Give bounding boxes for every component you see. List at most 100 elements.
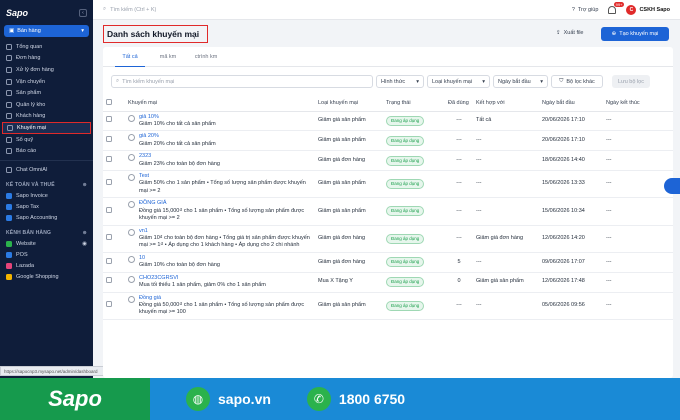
tab-promotion-program[interactable]: ctrình km (187, 47, 225, 66)
sidebar-item-reports[interactable]: Báo cáo (0, 145, 93, 157)
table-row[interactable]: CHO23CGRSVI Mua tối thiểu 1 sản phẩm, giả… (103, 272, 673, 293)
promotion-name-link[interactable]: giả 20% (139, 133, 216, 140)
row-checkbox[interactable] (106, 136, 112, 143)
column-header[interactable]: Kết hợp với (473, 96, 539, 112)
combo-cell: --- (473, 252, 539, 273)
store-selector[interactable]: ▣ Bán hàng ▾ (4, 25, 89, 37)
promotion-name-link[interactable]: ĐỒNG GIÁ (139, 200, 312, 207)
truck-icon (6, 78, 12, 85)
column-header[interactable]: Đã dùng (445, 96, 473, 112)
tab-all[interactable]: Tất cả (111, 47, 149, 67)
row-checkbox[interactable] (106, 300, 112, 307)
sidebar-item-sapo-tax[interactable]: Sapo Tax (0, 202, 93, 213)
sidebar-item-sapo-accounting[interactable]: Sapo Accounting (0, 213, 93, 224)
promotion-info: Test Giảm 50% cho 1 sản phẩm • Tổng số lư… (128, 173, 312, 195)
row-checkbox[interactable] (106, 257, 112, 264)
sidebar-item-chat-omniai[interactable]: Chat OmniAI (0, 164, 93, 176)
table-row[interactable]: 10 Giảm 10% cho toàn bộ đơn hàng Giảm giá… (103, 252, 673, 273)
promotion-name-link[interactable]: giả 10% (139, 114, 216, 121)
sidebar-item-inventory[interactable]: Quản lý kho (0, 99, 93, 111)
filter-type[interactable]: Hình thức ▾ (376, 75, 424, 88)
footer-banner: Sapo ◍ sapo.vn ✆ 1800 6750 (0, 378, 680, 420)
promotion-name-link[interactable]: 10 (139, 255, 220, 262)
promotion-table: Khuyến mại Loại khuyến mại Trạng thái Đã… (103, 96, 673, 320)
table-row[interactable]: giả 20% Giảm 20% cho tất cả sản phẩm Giảm… (103, 130, 673, 152)
promotion-search-input[interactable]: ⌕ Tìm kiếm khuyến mại (111, 75, 373, 88)
help-icon: ? (571, 6, 575, 13)
table-row[interactable]: Test Giảm 50% cho 1 sản phẩm • Tổng số lư… (103, 170, 673, 199)
phone-icon: ✆ (306, 387, 331, 411)
sidebar-item-google-shopping[interactable]: Google Shopping (0, 272, 93, 283)
eye-icon[interactable]: ◉ (82, 241, 87, 247)
sidebar-item-customers[interactable]: Khách hàng (0, 111, 93, 123)
banner-phone: ✆ 1800 6750 (306, 387, 405, 411)
row-checkbox[interactable] (106, 233, 112, 240)
filter-promotion-kind[interactable]: Loại khuyến mại ▾ (427, 75, 490, 88)
collapse-sidebar-icon[interactable]: ‹ (79, 9, 87, 17)
select-all-checkbox[interactable] (106, 99, 112, 106)
bell-icon[interactable]: 99+ (608, 1, 625, 14)
export-button[interactable]: ⇪ Xuất file (556, 30, 583, 36)
promotion-cell: giả 10% Giảm 10% cho tất cả sản phẩm (125, 111, 315, 132)
combo-cell: Giảm giá đơn hàng (473, 225, 539, 253)
promotion-name-link[interactable]: 2323 (139, 153, 220, 160)
column-header[interactable]: Ngày kết thúc (603, 96, 673, 112)
status-cell: Đang áp dụng (383, 111, 445, 132)
add-icon[interactable]: ⊕ (83, 230, 87, 236)
table-row[interactable]: 2323 Giảm 23% cho toàn bộ đơn hàng Giảm g… (103, 150, 673, 172)
sidebar-item-website[interactable]: Website ◉ (0, 239, 93, 250)
sidebar-item-shipping[interactable]: Vận chuyển (0, 76, 93, 88)
filter-label: Loại khuyến mại (432, 78, 473, 85)
sidebar-item-cashbook[interactable]: Sổ quỹ (0, 134, 93, 146)
sidebar-item-promotions[interactable]: Khuyến mại (2, 122, 91, 134)
column-header[interactable]: Khuyến mại (125, 96, 315, 112)
row-checkbox[interactable] (106, 179, 112, 186)
promotion-name-link[interactable]: vn1 (139, 228, 312, 235)
filter-start-date[interactable]: Ngày bắt đầu ▾ (493, 75, 548, 88)
tax-icon (6, 204, 12, 211)
create-promotion-button[interactable]: ⊕ Tạo khuyến mại (601, 27, 669, 41)
table-row[interactable]: giả 10% Giảm 10% cho tất cả sản phẩm Giảm… (103, 111, 673, 132)
status-badge: Đang áp dụng (386, 277, 425, 288)
sidebar-item-orders[interactable]: Đơn hàng (0, 53, 93, 65)
promotion-cell: CHO23CGRSVI Mua tối thiểu 1 sản phẩm, giả… (125, 272, 315, 293)
promotion-name-link[interactable]: CHO23CGRSVI (139, 275, 266, 282)
sidebar-item-sapo-invoice[interactable]: Sapo Invoice (0, 191, 93, 202)
sidebar-item-label: POS (16, 252, 28, 259)
chevron-down-icon: ▾ (81, 28, 84, 34)
table-row[interactable]: ĐỒNG GIÁ Đồng giá 15,000₫ cho 1 sản phẩm … (103, 197, 673, 226)
row-checkbox[interactable] (106, 277, 112, 284)
global-search[interactable]: ⌕ Tìm kiếm (Ctrl + K) (103, 4, 333, 15)
type-cell: Mua X Tặng Y (315, 272, 383, 293)
user-menu[interactable]: C CSKH Sapo (626, 4, 670, 15)
sidebar-item-label: Website (16, 241, 36, 248)
sidebar-item-order-processing[interactable]: Xử lý đơn hàng (0, 64, 93, 76)
support-chat-icon[interactable] (664, 178, 680, 194)
add-icon[interactable]: ⊕ (83, 182, 87, 188)
sidebar-item-products[interactable]: Sản phẩm (0, 87, 93, 99)
sidebar-item-lazada[interactable]: Lazada (0, 261, 93, 272)
combo-cell: --- (473, 150, 539, 172)
column-header[interactable]: Ngày bắt đầu (539, 96, 603, 112)
lazada-icon (6, 263, 12, 270)
status-badge: Đang áp dụng (386, 115, 425, 126)
sidebar-item-label: Lazada (16, 263, 35, 270)
filter-label: Bộ lọc khác (566, 78, 595, 85)
save-filter-button[interactable]: Lưu bộ lọc (612, 75, 650, 88)
promotion-name-link[interactable]: Đồng giá (139, 295, 312, 302)
column-header[interactable]: Trạng thái (383, 96, 445, 112)
row-checkbox[interactable] (106, 206, 112, 213)
row-checkbox[interactable] (106, 155, 112, 162)
promotion-text: giả 20% Giảm 20% cho tất cả sản phẩm (139, 133, 216, 148)
help-button[interactable]: ? Trợ giúp (572, 7, 599, 13)
table-row[interactable]: Đồng giá Đồng giá 50,000₫ cho 1 sản phẩm … (103, 292, 673, 320)
row-checkbox[interactable] (106, 116, 112, 123)
sidebar-item-pos[interactable]: POS (0, 250, 93, 261)
promotion-text: 2323 Giảm 23% cho toàn bộ đơn hàng (139, 153, 220, 168)
sidebar-item-overview[interactable]: Tổng quan (0, 41, 93, 53)
column-header[interactable]: Loại khuyến mại (315, 96, 383, 112)
table-row[interactable]: vn1 Giảm 10₫ cho toàn bộ đơn hàng • Tổng … (103, 225, 673, 253)
more-filters-button[interactable]: ⛉ Bộ lọc khác (551, 75, 603, 88)
status-badge: Đang áp dụng (386, 206, 425, 217)
tab-discount-code[interactable]: mã km (149, 47, 187, 66)
